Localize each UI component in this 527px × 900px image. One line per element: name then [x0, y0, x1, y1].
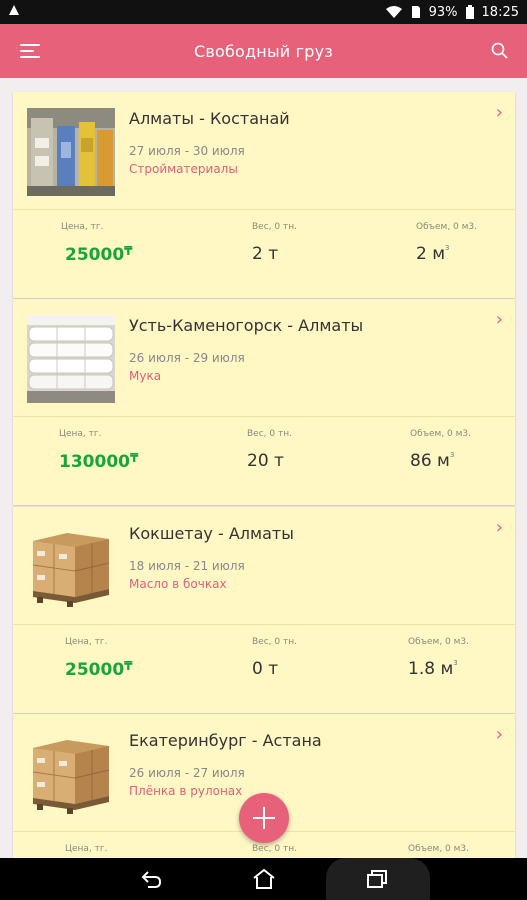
cargo-category: Масло в бочках [129, 577, 227, 591]
weight-value: 0 т [252, 659, 279, 679]
date-range: 26 июля - 27 июля [129, 766, 245, 780]
tenge-icon: ₸ [129, 451, 139, 465]
weight-value: 2 т [252, 244, 279, 264]
date-range: 26 июля - 29 июля [129, 351, 245, 365]
search-icon[interactable] [489, 40, 511, 62]
price-label: Цена, тг. [65, 844, 108, 854]
volume-label: Объем, 0 м3. [408, 844, 470, 854]
battery-icon [465, 5, 474, 19]
date-range: 27 июля - 30 июля [129, 144, 245, 158]
cargo-card[interactable]: Алматы - Костанай 27 июля - 30 июля Стро… [13, 92, 515, 298]
app-bar: Свободный груз [0, 24, 527, 78]
chevron-right-icon[interactable]: › [496, 309, 503, 330]
weight-label: Вес, 0 тн. [252, 222, 297, 232]
date-range: 18 июля - 21 июля [129, 559, 245, 573]
weight-value: 20 т [247, 451, 284, 471]
wifi-icon [385, 5, 403, 19]
price-value: 130000₸ [59, 451, 139, 472]
system-nav-bar [0, 858, 527, 900]
cargo-category: Стройматериалы [129, 162, 238, 176]
tenge-icon: ₸ [124, 244, 133, 258]
price-label: Цена, тг. [61, 222, 104, 232]
volume-superscript: 3 [445, 244, 450, 252]
route-title: Алматы - Костанай [129, 109, 290, 128]
weight-label: Вес, 0 тн. [247, 429, 292, 439]
cargo-category: Плёнка в рулонах [129, 784, 243, 798]
price-value: 25000₸ [65, 659, 133, 680]
volume-value: 86 м3 [410, 451, 455, 471]
construction-materials-image [27, 108, 115, 196]
volume-superscript: 3 [449, 451, 455, 459]
tenge-icon: ₸ [124, 659, 133, 673]
recent-apps-icon[interactable] [359, 864, 395, 894]
volume-superscript: 3 [453, 659, 458, 667]
pallet-boxes-image [27, 730, 115, 818]
sim-card-icon [411, 5, 421, 19]
flour-sacks-image [27, 315, 115, 403]
volume-label: Объем, 0 м3. [410, 429, 472, 439]
volume-label: Объем, 0 м3. [416, 222, 478, 232]
notification-triangle-icon [8, 4, 20, 20]
price-label: Цена, тг. [59, 429, 102, 439]
weight-label: Вес, 0 тн. [252, 844, 297, 854]
cargo-card[interactable]: Усть-Каменогорск - Алматы 26 июля - 29 и… [13, 299, 515, 505]
volume-value: 2 м3 [416, 244, 450, 264]
price-label: Цена, тг. [65, 637, 108, 647]
chevron-right-icon[interactable]: › [496, 102, 503, 123]
cargo-list[interactable]: Алматы - Костанай 27 июля - 30 июля Стро… [0, 78, 527, 858]
hamburger-menu-icon[interactable] [20, 41, 42, 61]
clock: 18:25 [481, 4, 519, 20]
status-bar: 93% 18:25 [0, 0, 527, 24]
volume-value: 1.8 м3 [408, 659, 458, 679]
chevron-right-icon[interactable]: › [496, 724, 503, 745]
page-title: Свободный груз [193, 41, 334, 61]
pallet-boxes-image [27, 523, 115, 611]
battery-percent: 93% [428, 4, 458, 20]
price-value: 25000₸ [65, 244, 133, 265]
add-cargo-button[interactable] [239, 793, 289, 843]
weight-label: Вес, 0 тн. [252, 637, 297, 647]
route-title: Усть-Каменогорск - Алматы [129, 316, 364, 335]
route-title: Кокшетау - Алматы [129, 524, 294, 543]
volume-label: Объем, 0 м3. [408, 637, 470, 647]
cargo-card[interactable]: Кокшетау - Алматы 18 июля - 21 июля Масл… [13, 507, 515, 713]
home-icon[interactable] [246, 864, 282, 894]
chevron-right-icon[interactable]: › [496, 517, 503, 538]
route-title: Екатеринбург - Астана [129, 731, 322, 750]
cargo-category: Мука [129, 369, 162, 383]
back-icon[interactable] [134, 864, 170, 894]
